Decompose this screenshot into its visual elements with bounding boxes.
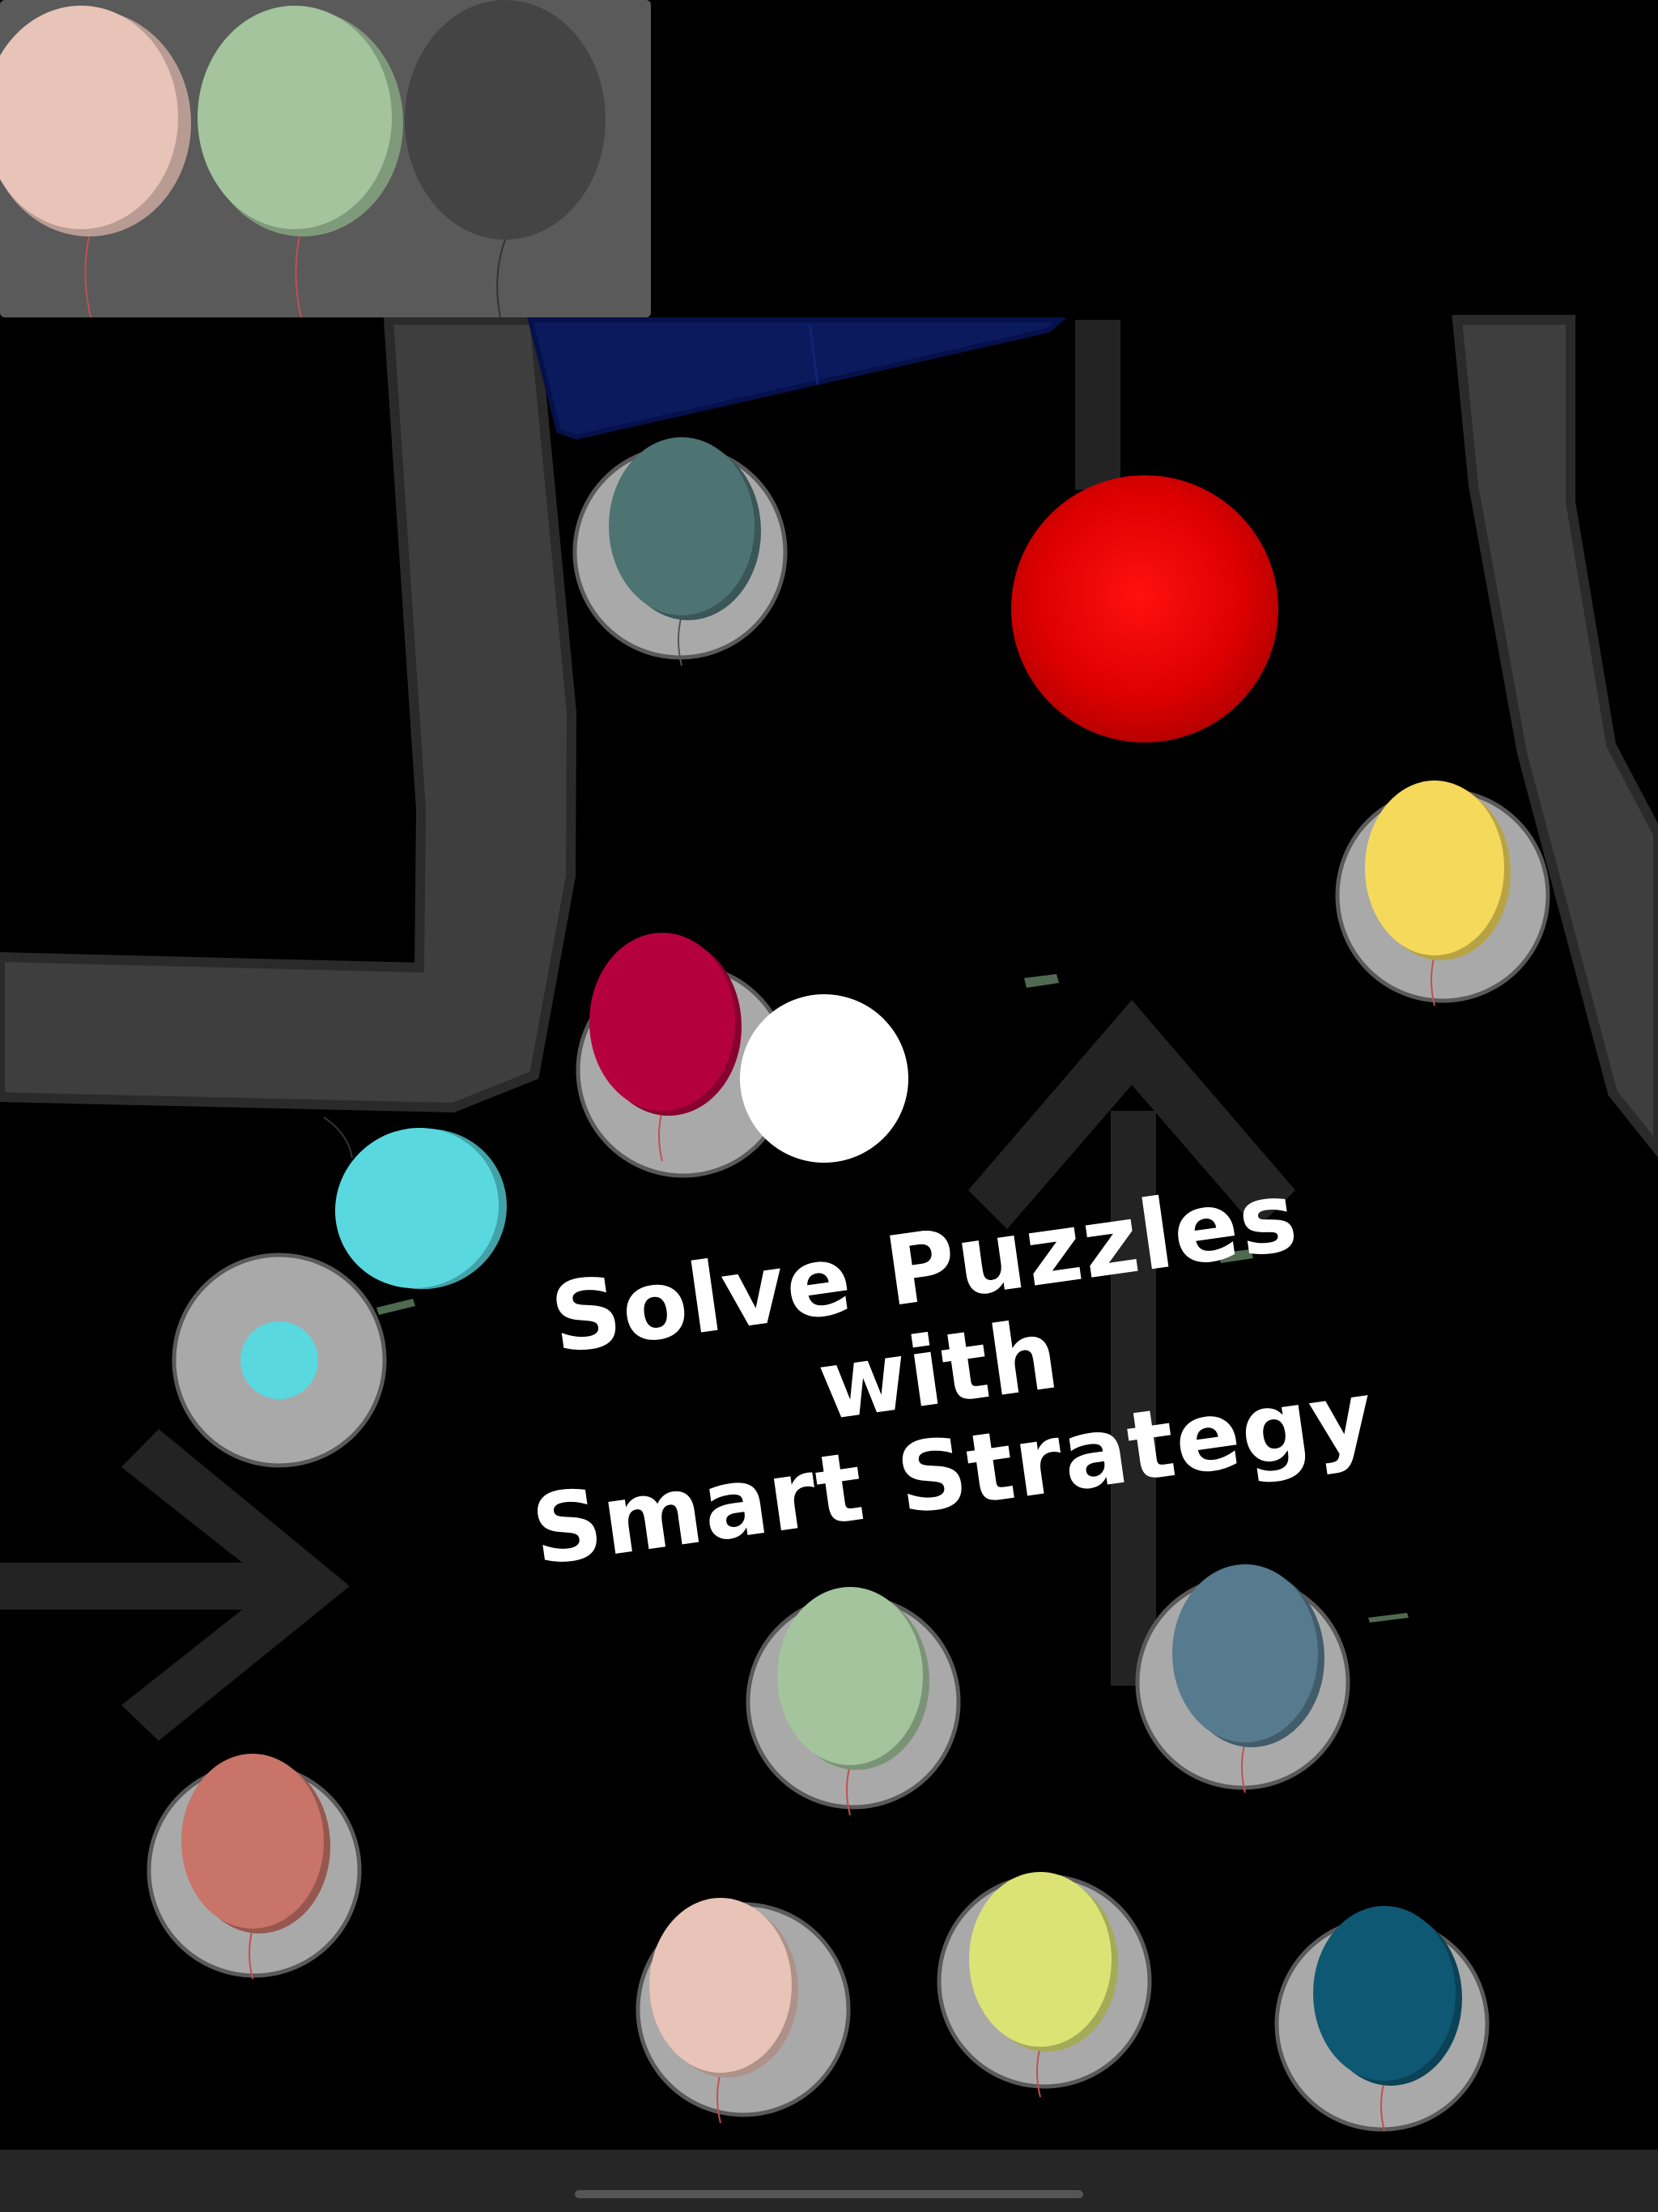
balloon-navy-teal-body xyxy=(1313,1906,1456,2081)
balloon-sage-body xyxy=(777,1587,923,1765)
balloon-lime-body xyxy=(969,1872,1112,2047)
up-arrow-stem xyxy=(1111,1111,1156,1686)
balloon-tray xyxy=(0,0,651,318)
floor-band xyxy=(0,2150,1658,2212)
tray-balloon-2 xyxy=(198,6,392,229)
arrow-stem-top xyxy=(1075,320,1120,490)
red-ball[interactable] xyxy=(1011,475,1278,742)
balloon-yellow-body xyxy=(1365,781,1504,955)
right-arrow-stem xyxy=(0,1563,291,1610)
tray-slot-3-empty xyxy=(405,0,606,240)
balloon-crimson-body xyxy=(589,933,735,1111)
white-ball[interactable] xyxy=(740,994,908,1163)
balloon-teal-gray-body xyxy=(609,437,755,615)
balloon-steel-blue-body xyxy=(1172,1564,1318,1742)
balloon-salmon-body xyxy=(181,1754,324,1929)
balloon-cyan-pad-marker xyxy=(240,1321,318,1399)
balloon-peach-body xyxy=(649,1898,792,2073)
game-board xyxy=(0,0,1658,2212)
home-indicator xyxy=(575,2190,1083,2198)
